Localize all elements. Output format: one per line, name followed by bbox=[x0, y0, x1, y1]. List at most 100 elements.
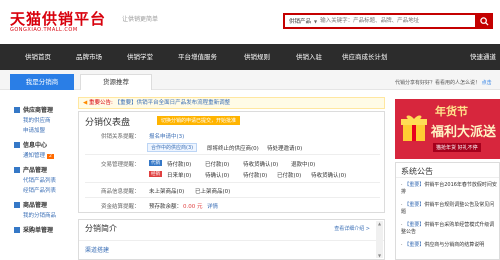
nav-school[interactable]: 供销学堂 bbox=[127, 44, 153, 70]
sidebar-section-supplier[interactable]: 供应商管理 bbox=[14, 105, 53, 114]
sidebar-section-label: 产品管理 bbox=[23, 167, 48, 174]
relation-waiting-link[interactable]: 待处理邀请(0) bbox=[267, 144, 302, 152]
system-notice-item[interactable]: · 【重要】供销平台2016年春节放假时间安排 bbox=[401, 182, 499, 196]
suggest-text: 代销分享有好好？看看用的人怎么说！ 点击 bbox=[395, 79, 492, 86]
trade-consign-unpaid[interactable]: 待付款(0) bbox=[167, 160, 191, 168]
sidebar: 供应商管理 我的供应商 申请加盟 信息中心 通知管理 2 产品管理 代销产品列表 … bbox=[8, 97, 70, 260]
divider bbox=[85, 182, 380, 183]
settlement-label: 资金结算提醒： bbox=[101, 204, 140, 210]
system-notice-item[interactable]: · 【重要】供应商与分销商的结算说明 bbox=[401, 242, 499, 249]
sidebar-section-message[interactable]: 信息中心 bbox=[14, 140, 47, 149]
trade-consign-refund[interactable]: 退款中(0) bbox=[291, 160, 315, 168]
notice-count-badge: 2 bbox=[47, 154, 54, 159]
sidebar-section-goods[interactable]: 商品管理 bbox=[14, 200, 47, 209]
scroll-up-icon[interactable]: ▲ bbox=[377, 221, 382, 226]
supplier-icon bbox=[14, 106, 20, 113]
chevron-down-icon[interactable]: ▼ bbox=[314, 19, 317, 24]
notice-tag: 【重要】 bbox=[404, 182, 425, 188]
purchase-icon bbox=[14, 226, 20, 233]
sidebar-section-label: 采购单管理 bbox=[23, 227, 54, 234]
search-button[interactable] bbox=[475, 13, 493, 29]
nav-join[interactable]: 供销入驻 bbox=[296, 44, 322, 70]
nav-brand-market[interactable]: 品牌市场 bbox=[76, 44, 102, 70]
intro-panel: 分销简介 查看详细介绍 > 渠道搭建 ▲ ▼ bbox=[78, 219, 385, 260]
promo-banner[interactable]: 年货节 福利大派送 猫抢年货 好礼不停 bbox=[395, 99, 500, 159]
nav-quick-access[interactable]: 快速通道 bbox=[470, 44, 496, 70]
trade-wholesale-receive[interactable]: 待收货确认(0) bbox=[311, 171, 346, 179]
sidebar-item-apply[interactable]: 申请加盟 bbox=[23, 126, 45, 134]
suggest-prefix: 代销分享有好好？看看用的人怎么说！ bbox=[395, 80, 481, 86]
trade-row-wholesale: 经销 bbox=[149, 171, 164, 177]
scrollbar[interactable]: ▲ ▼ bbox=[376, 221, 383, 258]
relation-expiring-link[interactable]: 即将终止的供应商(0) bbox=[207, 144, 259, 152]
intro-more-link[interactable]: 查看详细介绍 > bbox=[334, 225, 370, 232]
consign-tag: 代销 bbox=[149, 160, 162, 166]
sidebar-item-wholesale-products[interactable]: 经销产品列表 bbox=[23, 186, 56, 194]
logo-domain: GONGXIAO.TMALL.COM bbox=[10, 27, 78, 33]
search-category-select[interactable]: 供销产品 bbox=[285, 17, 314, 25]
banner-title: 年货节 bbox=[435, 105, 468, 118]
sidebar-item-my-supplier[interactable]: 我的供应商 bbox=[23, 116, 51, 124]
sidebar-item-label: 通知管理 bbox=[23, 153, 46, 159]
search-input[interactable] bbox=[320, 15, 491, 27]
notice-label: 重要公告: bbox=[88, 100, 113, 106]
relation-pending-link[interactable]: 报名申请中(3) bbox=[149, 132, 184, 140]
divider bbox=[79, 240, 384, 241]
settlement-balance-label: 预存款余额： bbox=[149, 204, 183, 210]
intro-channel-link[interactable]: 渠道搭建 bbox=[85, 245, 109, 254]
notice-text: 供应商与分销商的结算说明 bbox=[424, 242, 485, 248]
sidebar-section-product[interactable]: 产品管理 bbox=[14, 165, 47, 174]
sidebar-section-purchase[interactable]: 采购单管理 bbox=[14, 225, 53, 234]
main-nav: 供销首页 品牌市场 供销学堂 平台增值服务 供销规则 供销入驻 供应商成长计划 … bbox=[0, 44, 500, 70]
sidebar-item-notices[interactable]: 通知管理 2 bbox=[23, 151, 54, 159]
sidebar-section-label: 信息中心 bbox=[23, 142, 48, 149]
settlement-detail-link[interactable]: 详情 bbox=[207, 202, 218, 210]
suggest-link[interactable]: 点击 bbox=[482, 80, 492, 86]
sidebar-item-my-goods[interactable]: 我的分销商品 bbox=[23, 211, 56, 219]
system-notice-panel: 系统公告 · 【重要】供销平台2016年春节放假时间安排 · 【重要】供销平台规… bbox=[395, 162, 500, 260]
sidebar-section-label: 供应商管理 bbox=[23, 107, 54, 114]
dashboard-title: 分销仪表盘 bbox=[85, 118, 131, 128]
header: 天猫供销平台 GONGXIAO.TMALL.COM 让供销更简单 供销产品 ▼ bbox=[0, 0, 500, 44]
trade-wholesale-confirm[interactable]: 待确认(0) bbox=[205, 171, 229, 179]
notice-tag: 【重要】 bbox=[404, 222, 425, 228]
speaker-icon: ◀ bbox=[83, 100, 88, 106]
nav-value-services[interactable]: 平台增值服务 bbox=[178, 44, 217, 70]
product-offline-link[interactable]: 未上架商品(0) bbox=[149, 187, 184, 195]
nav-home[interactable]: 供销首页 bbox=[25, 44, 51, 70]
trade-wholesale-new[interactable]: 日来单(0) bbox=[167, 171, 191, 179]
trade-consign-receive[interactable]: 待收货确认(0) bbox=[243, 160, 278, 168]
banner-tagline: 猫抢年货 好礼不停 bbox=[433, 143, 481, 152]
relation-label: 供销关系提醒： bbox=[101, 134, 140, 140]
trade-wholesale-paid[interactable]: 已付款(0) bbox=[277, 171, 301, 179]
tab-my-distributor[interactable]: 我是分销商 bbox=[10, 74, 74, 90]
dashboard-tip: 切换分销的申请已提交，开始批准 bbox=[157, 116, 241, 125]
trade-consign-paid[interactable]: 已付款(0) bbox=[205, 160, 229, 168]
slogan: 让供销更简单 bbox=[122, 16, 159, 23]
logo[interactable]: 天猫供销平台 bbox=[10, 8, 106, 29]
system-notice-item[interactable]: · 【重要】供销平台采购单经营模式升级调整公告 bbox=[401, 222, 499, 236]
gift-icon bbox=[401, 115, 427, 141]
nav-rules[interactable]: 供销规则 bbox=[244, 44, 270, 70]
relation-progress-link[interactable]: 合作中的供应商(3) bbox=[147, 143, 198, 152]
divider bbox=[85, 197, 380, 198]
product-icon bbox=[14, 166, 20, 173]
product-online-link[interactable]: 已上架商品(0) bbox=[195, 187, 230, 195]
divider bbox=[396, 177, 499, 178]
message-icon bbox=[14, 141, 20, 148]
product-label: 商品信息提醒： bbox=[101, 189, 140, 195]
trade-label: 交易管理提醒： bbox=[101, 162, 140, 168]
sidebar-item-consign-products[interactable]: 代销产品列表 bbox=[23, 176, 56, 184]
nav-growth-plan[interactable]: 供应商成长计划 bbox=[342, 44, 388, 70]
search-box: 供销产品 ▼ bbox=[283, 13, 493, 29]
settlement-balance-amount: 0.00 元 bbox=[183, 204, 203, 210]
important-notice: ◀ 重要公告: 【重要】供销平台全面日产品发布流程重新调整 bbox=[78, 97, 385, 109]
scroll-down-icon[interactable]: ▼ bbox=[377, 253, 382, 258]
system-notice-item[interactable]: · 【重要】供销平台规则调整公告及常见问题 bbox=[401, 202, 499, 216]
notice-tag: 【重要】 bbox=[404, 202, 425, 208]
notice-link[interactable]: 【重要】供销平台全面日产品发布流程重新调整 bbox=[115, 100, 231, 106]
sub-bar: 我是分销商 货源推荐 代销分享有好好？看看用的人怎么说！ 点击 bbox=[0, 70, 500, 90]
tab-source-recommend[interactable]: 货源推荐 bbox=[80, 74, 152, 90]
intro-title: 分销简介 bbox=[85, 224, 117, 233]
trade-wholesale-unpaid[interactable]: 待付款(0) bbox=[243, 171, 267, 179]
